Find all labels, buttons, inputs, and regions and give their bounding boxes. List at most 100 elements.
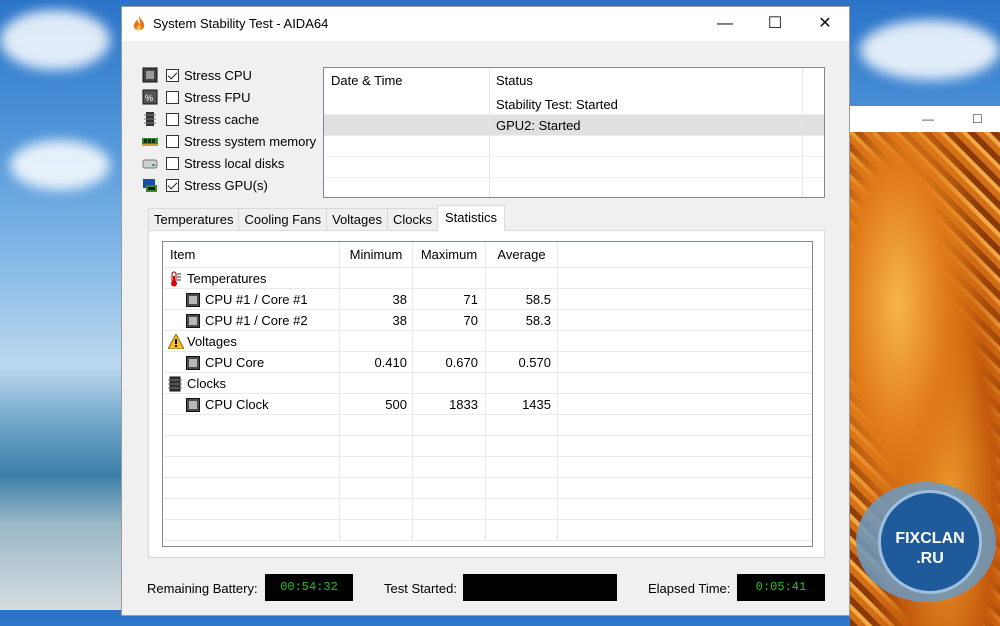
stress-option-row[interactable]: Stress local disks	[142, 152, 284, 174]
fixclan-watermark: FIXCLAN .RU	[848, 478, 998, 608]
statistics-row[interactable]: CPU Clock 500 1833 1435	[163, 394, 812, 415]
stress-option-row[interactable]: % Stress FPU	[142, 86, 250, 108]
stress-checkbox[interactable]	[166, 178, 179, 192]
statistics-group-row[interactable]: Clocks	[163, 373, 812, 394]
maximum-value: 0.670	[413, 352, 486, 372]
maximum-value: 70	[413, 310, 486, 330]
tab-voltages[interactable]: Voltages	[326, 208, 388, 231]
status-footer: Remaining Battery: 00:54:32 Test Started…	[122, 572, 851, 604]
log-datetime	[324, 94, 490, 114]
chip-icon	[186, 292, 200, 307]
elapsed-time-label: Elapsed Time:	[648, 581, 731, 596]
stress-checkbox[interactable]	[166, 156, 179, 170]
background-cloud	[0, 10, 110, 70]
gpu-icon	[142, 177, 158, 193]
tab-statistics[interactable]: Statistics	[436, 205, 505, 231]
column-header-item[interactable]: Item	[163, 242, 340, 267]
statistics-row-empty	[163, 415, 812, 436]
average-value: 1435	[486, 394, 558, 414]
disk-icon	[142, 155, 158, 171]
status-log-table[interactable]: Date & Time Status Stability Test: Start…	[323, 67, 825, 198]
statistics-panel: Item Minimum Maximum Average Temperature…	[148, 230, 825, 558]
close-button[interactable]: ✕	[802, 11, 848, 37]
tab-clocks[interactable]: Clocks	[386, 208, 438, 231]
test-started-label: Test Started:	[384, 581, 457, 596]
stress-option-label: Stress FPU	[184, 89, 251, 105]
watermark-line1: FIXCLAN	[895, 530, 965, 547]
statistics-row-empty	[163, 520, 812, 541]
statistics-group-row[interactable]: Temperatures	[163, 268, 812, 289]
minimize-button[interactable]: —	[702, 11, 748, 37]
window-title: System Stability Test - AIDA64	[153, 16, 329, 31]
title-bar[interactable]: System Stability Test - AIDA64 — ☐ ✕	[122, 7, 849, 41]
statistics-row[interactable]: CPU #1 / Core #1 38 71 58.5	[163, 289, 812, 310]
stress-option-label: Stress local disks	[184, 155, 285, 171]
statistics-row[interactable]: CPU Core 0.410 0.670 0.570	[163, 352, 812, 373]
average-value: 58.5	[486, 289, 558, 309]
group-label: Clocks	[187, 375, 227, 391]
flame-icon	[133, 16, 145, 31]
status-log-row[interactable]: GPU2: Started	[324, 115, 824, 136]
sensor-name: CPU #1 / Core #1	[205, 291, 308, 307]
stress-checkbox[interactable]	[166, 134, 179, 148]
maximize-button[interactable]: ☐	[752, 11, 798, 37]
column-header-maximum[interactable]: Maximum	[413, 242, 486, 267]
log-status: GPU2: Started	[490, 115, 803, 135]
status-log-header: Date & Time Status	[324, 68, 824, 94]
status-log-row[interactable]: Stability Test: Started	[324, 94, 824, 115]
test-started-value	[463, 574, 617, 601]
group-label: Voltages	[187, 333, 237, 349]
watermark-line2: .RU	[916, 550, 944, 567]
log-datetime	[324, 115, 490, 135]
warning-icon	[167, 332, 185, 350]
stress-option-label: Stress CPU	[184, 67, 252, 83]
maximum-value: 1833	[413, 394, 486, 414]
chip-icon	[186, 355, 200, 370]
sensor-name: CPU #1 / Core #2	[205, 312, 308, 328]
stress-checkbox[interactable]	[166, 112, 179, 126]
statistics-row-empty	[163, 436, 812, 457]
battery-timer: 00:54:32	[265, 574, 353, 601]
average-value: 58.3	[486, 310, 558, 330]
bg-minimize-icon: —	[922, 112, 934, 126]
chip-icon	[186, 397, 200, 412]
thermometer-icon	[168, 271, 182, 287]
statistics-group-row[interactable]: Voltages	[163, 331, 812, 352]
battery-label: Remaining Battery:	[147, 581, 258, 596]
group-label: Temperatures	[187, 270, 267, 286]
stress-option-label: Stress GPU(s)	[184, 177, 268, 193]
memory-icon	[142, 133, 158, 149]
column-header-average[interactable]: Average	[486, 242, 558, 267]
column-header-datetime[interactable]: Date & Time	[324, 68, 490, 94]
svg-text:%: %	[145, 93, 153, 103]
stress-checkbox[interactable]	[166, 68, 179, 82]
column-header-status[interactable]: Status	[490, 68, 803, 94]
minimum-value: 38	[340, 310, 413, 330]
fpu-icon: %	[142, 89, 158, 105]
statistics-row-empty	[163, 499, 812, 520]
statistics-grid[interactable]: Item Minimum Maximum Average Temperature…	[162, 241, 813, 547]
bg-maximize-icon: ☐	[972, 112, 983, 126]
sensor-name: CPU Core	[205, 354, 265, 370]
minimum-value: 500	[340, 394, 413, 414]
background-cloud	[860, 20, 1000, 80]
tab-temperatures[interactable]: Temperatures	[148, 208, 240, 231]
cpu-icon	[142, 67, 158, 83]
background-cloud	[10, 140, 110, 190]
statistics-header: Item Minimum Maximum Average	[163, 242, 812, 268]
status-log-row-empty	[324, 178, 824, 197]
stress-option-row[interactable]: Stress system memory	[142, 130, 316, 152]
elapsed-timer: 0:05:41	[737, 574, 825, 601]
log-status: Stability Test: Started	[490, 94, 803, 114]
tab-cooling-fans[interactable]: Cooling Fans	[238, 208, 328, 231]
statistics-row[interactable]: CPU #1 / Core #2 38 70 58.3	[163, 310, 812, 331]
column-header-minimum[interactable]: Minimum	[340, 242, 413, 267]
chip-icon	[186, 313, 200, 328]
stress-option-row[interactable]: Stress GPU(s)	[142, 174, 268, 196]
stress-option-row[interactable]: Stress CPU	[142, 64, 252, 86]
status-log-row-empty	[324, 136, 824, 157]
status-log-row-empty	[324, 157, 824, 178]
sensor-name: CPU Clock	[205, 396, 269, 412]
stress-option-row[interactable]: Stress cache	[142, 108, 259, 130]
stress-checkbox[interactable]	[166, 90, 179, 104]
